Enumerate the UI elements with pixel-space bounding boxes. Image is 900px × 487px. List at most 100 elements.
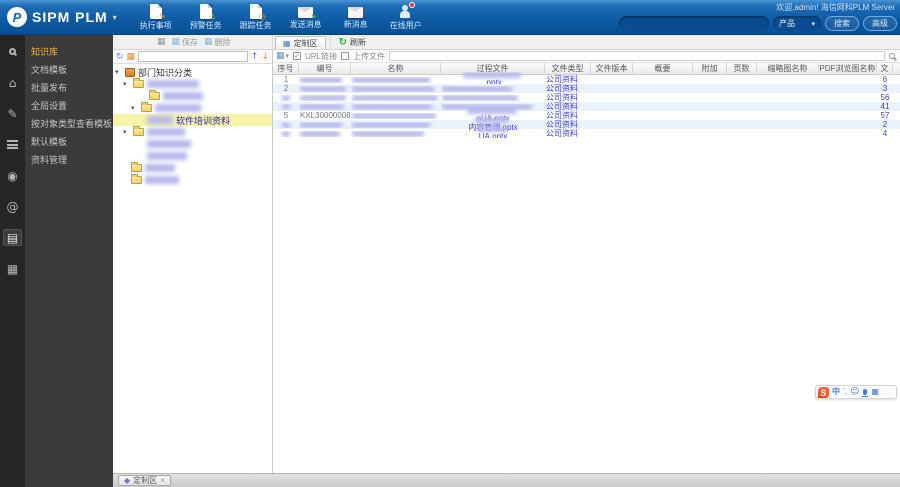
tab-custom-area[interactable]: ▦ 定制区: [275, 36, 326, 49]
sidebar-item-doc-template[interactable]: 文档模板: [25, 61, 113, 79]
tree-row[interactable]: ▾: [113, 78, 272, 90]
redacted-cell: [475, 117, 509, 123]
tree-row-selected[interactable]: 软件培训资料: [113, 114, 272, 126]
online-users-icon: [398, 2, 416, 19]
col-attach[interactable]: 附加: [693, 63, 727, 74]
tree-locate-icon[interactable]: ▦: [127, 52, 136, 62]
logo-icon: P: [7, 7, 27, 27]
tree-row[interactable]: [113, 162, 272, 174]
emoji-icon[interactable]: ☺: [850, 387, 859, 397]
tree-row[interactable]: ▾: [113, 90, 272, 102]
ime-language-toggle[interactable]: 中: [832, 386, 840, 398]
redacted-label: [163, 92, 203, 100]
tool-new-message[interactable]: 新消息: [339, 4, 373, 30]
icon-rail: ⌂ ✎ ◉ @ ▤ ▦: [0, 35, 25, 487]
find-next-icon[interactable]: ↓: [261, 52, 269, 62]
redacted-cell: [352, 103, 432, 110]
tree-search-input[interactable]: [138, 51, 248, 62]
logo-caret-icon[interactable]: ▾: [113, 13, 117, 22]
app-logo[interactable]: P SIPM PLM ▾: [0, 0, 127, 34]
table-header: 序号 编号 名称 过程文件 文件类型 文件版本 概要 附加 页数 缩略图名称 P…: [273, 63, 900, 75]
col-file-version[interactable]: 文件版本: [591, 63, 633, 74]
col-seq[interactable]: 序号: [273, 63, 299, 74]
upload-checkbox-label[interactable]: 上传文件: [353, 51, 385, 62]
card-icon[interactable]: ▦: [3, 260, 22, 277]
redacted-cell: [352, 76, 430, 83]
find-prev-icon[interactable]: ↑: [251, 52, 259, 62]
url-checkbox[interactable]: ✓: [293, 52, 302, 60]
table-row[interactable]: 公司资料 41: [273, 102, 900, 111]
global-search-input[interactable]: [619, 16, 769, 31]
folder-icon: [133, 126, 144, 136]
tool-send-message[interactable]: ➤ 发送消息: [289, 4, 323, 30]
database-icon[interactable]: [3, 136, 22, 153]
col-summary[interactable]: 概要: [633, 63, 693, 74]
sidebar-item-template-by-type[interactable]: 按对象类型查看模板: [25, 115, 113, 133]
table-row[interactable]: 2 公司资料 3: [273, 84, 900, 93]
knowledge-book-icon[interactable]: ▤: [3, 229, 22, 246]
refresh-icon: ↻: [338, 36, 347, 48]
sidebar-item-knowledge-base[interactable]: 知识库: [25, 43, 113, 61]
edit-icon[interactable]: ✎: [3, 105, 22, 122]
search-button[interactable]: 搜索: [825, 16, 859, 31]
tree-row[interactable]: ▾: [113, 102, 272, 114]
sogou-logo-icon[interactable]: S: [817, 386, 830, 398]
table-search-icon[interactable]: [889, 53, 895, 59]
col-name[interactable]: 名称: [351, 63, 441, 74]
tool-execute-tasks[interactable]: ✎ 执行事项: [139, 4, 173, 31]
tool-warning-tasks[interactable]: ⚠ 预警任务: [189, 4, 223, 31]
expand-icon[interactable]: ▾: [131, 104, 138, 112]
expand-icon[interactable]: ▾: [123, 80, 130, 88]
workspace: ▦ ▦ 保存 ▦ 删除 ▦ 定制区 ↻ 刷新 ↻ ▦ ↑ ↓ ▾ 部门知识分类 …: [113, 35, 900, 487]
tree-refresh-icon[interactable]: ↻: [116, 52, 124, 62]
ime-punctuation-toggle[interactable]: ’,: [843, 386, 847, 398]
col-code[interactable]: 编号: [299, 63, 351, 74]
expand-icon[interactable]: ▾: [115, 68, 122, 76]
tree-row[interactable]: ▾: [113, 126, 272, 138]
col-pdf-preview-name[interactable]: PDF浏览图名称: [819, 63, 877, 74]
expand-icon[interactable]: ▾: [123, 128, 130, 136]
save-button[interactable]: ▦ 保存: [172, 37, 199, 48]
col-clipped[interactable]: 文: [877, 63, 893, 74]
home-icon[interactable]: ⌂: [3, 74, 22, 91]
col-thumbnail-name[interactable]: 缩略图名称: [757, 63, 819, 74]
doc-warning-icon: ⚠: [199, 4, 216, 21]
statusbar-tab-custom-area[interactable]: ◆ 定制区 ×: [118, 475, 171, 486]
tree-row[interactable]: [113, 174, 272, 186]
redacted-label: [155, 104, 201, 112]
topbar-right: 欢迎,admin! 海信网科PLM Server 产品 ▾ 搜索 高级: [619, 0, 897, 31]
tree-row[interactable]: [113, 138, 272, 150]
category-root-icon: [125, 67, 135, 77]
url-checkbox-label[interactable]: URL链接: [305, 51, 337, 62]
upload-checkbox[interactable]: [341, 52, 350, 60]
sidebar-item-material-manage[interactable]: 资料管理: [25, 151, 113, 169]
col-pages[interactable]: 页数: [727, 63, 757, 74]
col-file-type[interactable]: 文件类型: [545, 63, 591, 74]
keyboard-icon[interactable]: ▦: [871, 386, 879, 398]
table-row[interactable]: 1 .pptx 公司资料 6: [273, 72, 900, 87]
sidebar-item-default-template[interactable]: 默认模板: [25, 133, 113, 151]
delete-button[interactable]: ▦ 删除: [204, 37, 231, 48]
microphone-icon[interactable]: [862, 389, 869, 397]
tree-root-row[interactable]: ▾ 部门知识分类: [113, 66, 272, 78]
search-icon[interactable]: [3, 43, 22, 60]
advanced-search-button[interactable]: 高级: [863, 16, 897, 31]
table-row[interactable]: 内容管理.pptx 公司资料 2: [273, 117, 900, 132]
tool-online-users[interactable]: 在线用户: [389, 2, 423, 31]
tool-track-tasks[interactable]: ◷ 跟踪任务: [239, 4, 273, 31]
globe-icon[interactable]: ◉: [3, 167, 22, 184]
table-filter-input[interactable]: [389, 51, 885, 61]
sidebar-item-global-settings[interactable]: 全局设置: [25, 97, 113, 115]
search-scope-select[interactable]: 产品 ▾: [773, 16, 821, 31]
at-icon[interactable]: @: [3, 198, 22, 215]
status-bar: ◆ 定制区 ×: [113, 473, 900, 487]
table-row[interactable]: UA.pptx 公司资料 4: [273, 126, 900, 141]
table-row[interactable]: 公司资料 56: [273, 93, 900, 102]
column-picker[interactable]: ▦ ▾: [276, 51, 289, 61]
refresh-button[interactable]: ↻ 刷新: [329, 35, 374, 49]
sidebar-item-batch-publish[interactable]: 批量发布: [25, 79, 113, 97]
close-icon[interactable]: ×: [160, 476, 165, 485]
grid-icon[interactable]: ▦: [157, 37, 166, 47]
tree-row[interactable]: [113, 150, 272, 162]
table-row[interactable]: 5 KXL30000008 oUA.pptx 公司资料 57: [273, 108, 900, 123]
